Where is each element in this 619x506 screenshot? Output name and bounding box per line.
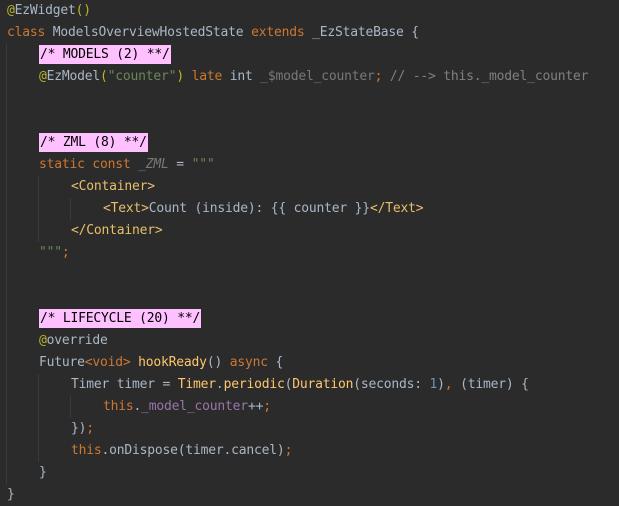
- code-token: "counter": [107, 69, 177, 84]
- code-token: async: [229, 355, 276, 370]
- code-token: EzWidget: [14, 3, 76, 18]
- code-line[interactable]: }: [39, 462, 47, 484]
- code-token: ): [437, 377, 445, 392]
- code-token: _EzStateBase {: [312, 25, 419, 40]
- code-token: ;: [284, 443, 293, 458]
- code-token: this: [103, 399, 134, 414]
- code-token: <Container>: [71, 179, 155, 194]
- code-line[interactable]: }: [7, 484, 15, 506]
- code-line[interactable]: @EzWidget(): [7, 0, 91, 22]
- code-token: ;: [263, 399, 271, 414]
- code-token: Count (inside): {{ counter }}: [148, 201, 370, 216]
- code-line[interactable]: });: [71, 418, 94, 440]
- code-line[interactable]: /* ZML (8) **/: [39, 132, 148, 154]
- code-editor[interactable]: @EzWidget() class ModelsOverviewHostedSta…: [0, 0, 619, 505]
- code-token: ++: [247, 399, 264, 414]
- code-token: </Container>: [71, 223, 163, 238]
- code-token: ): [176, 69, 192, 84]
- region-comment: /* LIFECYCLE (20) **/: [39, 309, 202, 328]
- code-token: hookReady: [138, 355, 207, 370]
- indent-guide: [38, 176, 39, 242]
- code-token: this: [71, 443, 102, 458]
- code-line[interactable]: Timer timer = Timer.periodic(Duration(se…: [71, 374, 529, 396]
- code-token: </Text>: [369, 201, 424, 216]
- code-line[interactable]: /* MODELS (2) **/: [39, 44, 171, 66]
- code-token: Duration: [292, 377, 354, 392]
- code-token: Future: [39, 355, 85, 370]
- code-line[interactable]: this.onDispose(timer.cancel);: [71, 440, 292, 462]
- region-comment: /* MODELS (2) **/: [39, 45, 171, 64]
- code-token: .: [215, 377, 224, 392]
- code-line[interactable]: Future<void> hookReady() async {: [39, 352, 283, 374]
- code-token: static const: [39, 157, 139, 172]
- code-line[interactable]: this._model_counter++;: [103, 396, 271, 418]
- code-token: ;: [374, 69, 390, 84]
- indent-guide: [6, 44, 7, 484]
- code-token: }: [39, 465, 47, 480]
- code-token: class: [7, 25, 53, 40]
- code-token: // --> this._model_counter: [389, 69, 589, 84]
- code-token: }): [71, 421, 87, 436]
- code-token: _model_counter: [141, 399, 248, 414]
- code-token: override: [46, 333, 108, 348]
- code-line[interactable]: /* LIFECYCLE (20) **/: [39, 308, 202, 330]
- code-token: periodic: [223, 377, 285, 392]
- code-token: (): [206, 355, 230, 370]
- code-token: @: [39, 69, 47, 84]
- code-token: extends: [251, 25, 313, 40]
- code-line[interactable]: """;: [39, 242, 70, 264]
- code-line[interactable]: <Container>: [71, 176, 155, 198]
- region-comment: /* ZML (8) **/: [39, 133, 148, 152]
- code-line[interactable]: @override: [39, 330, 108, 352]
- code-token: ModelsOverviewHostedState: [52, 25, 252, 40]
- code-token: Timer: [177, 377, 216, 392]
- code-token: ;: [61, 245, 70, 260]
- code-token: _$model_counter: [260, 69, 375, 84]
- code-token: <void>: [84, 355, 131, 370]
- code-token: 1: [429, 377, 438, 392]
- code-line[interactable]: <Text>Count (inside): {{ counter }}</Tex…: [103, 198, 424, 220]
- code-token: .: [133, 399, 142, 414]
- code-line[interactable]: </Container>: [71, 220, 163, 242]
- code-token: (timer) {: [460, 377, 529, 392]
- code-token: int: [229, 69, 261, 84]
- code-token: <Text>: [103, 201, 149, 216]
- code-line[interactable]: class ModelsOverviewHostedState extends …: [7, 22, 419, 44]
- code-token: late: [191, 69, 230, 84]
- code-token: _ZML: [138, 157, 169, 172]
- indent-guide: [38, 374, 39, 462]
- code-token: =: [168, 157, 192, 172]
- code-token: ;: [86, 421, 94, 436]
- code-token: (): [75, 3, 91, 18]
- code-line[interactable]: @EzModel("counter") late int _$model_cou…: [39, 66, 588, 88]
- code-token: (seconds:: [353, 377, 430, 392]
- code-token: (: [100, 69, 108, 84]
- indent-guide: [70, 396, 71, 418]
- code-token: """: [191, 157, 215, 172]
- code-token: @: [39, 333, 47, 348]
- code-token: EzModel: [46, 69, 101, 84]
- code-token: ,: [444, 377, 461, 392]
- code-line[interactable]: static const _ZML = """: [39, 154, 215, 176]
- indent-guide: [70, 198, 71, 220]
- code-token: }: [7, 487, 15, 502]
- code-token: {: [275, 355, 284, 370]
- code-token: @: [7, 3, 15, 18]
- code-token: Timer timer =: [71, 377, 178, 392]
- code-token: .onDispose(timer.cancel): [101, 443, 285, 458]
- code-token: """: [39, 245, 62, 260]
